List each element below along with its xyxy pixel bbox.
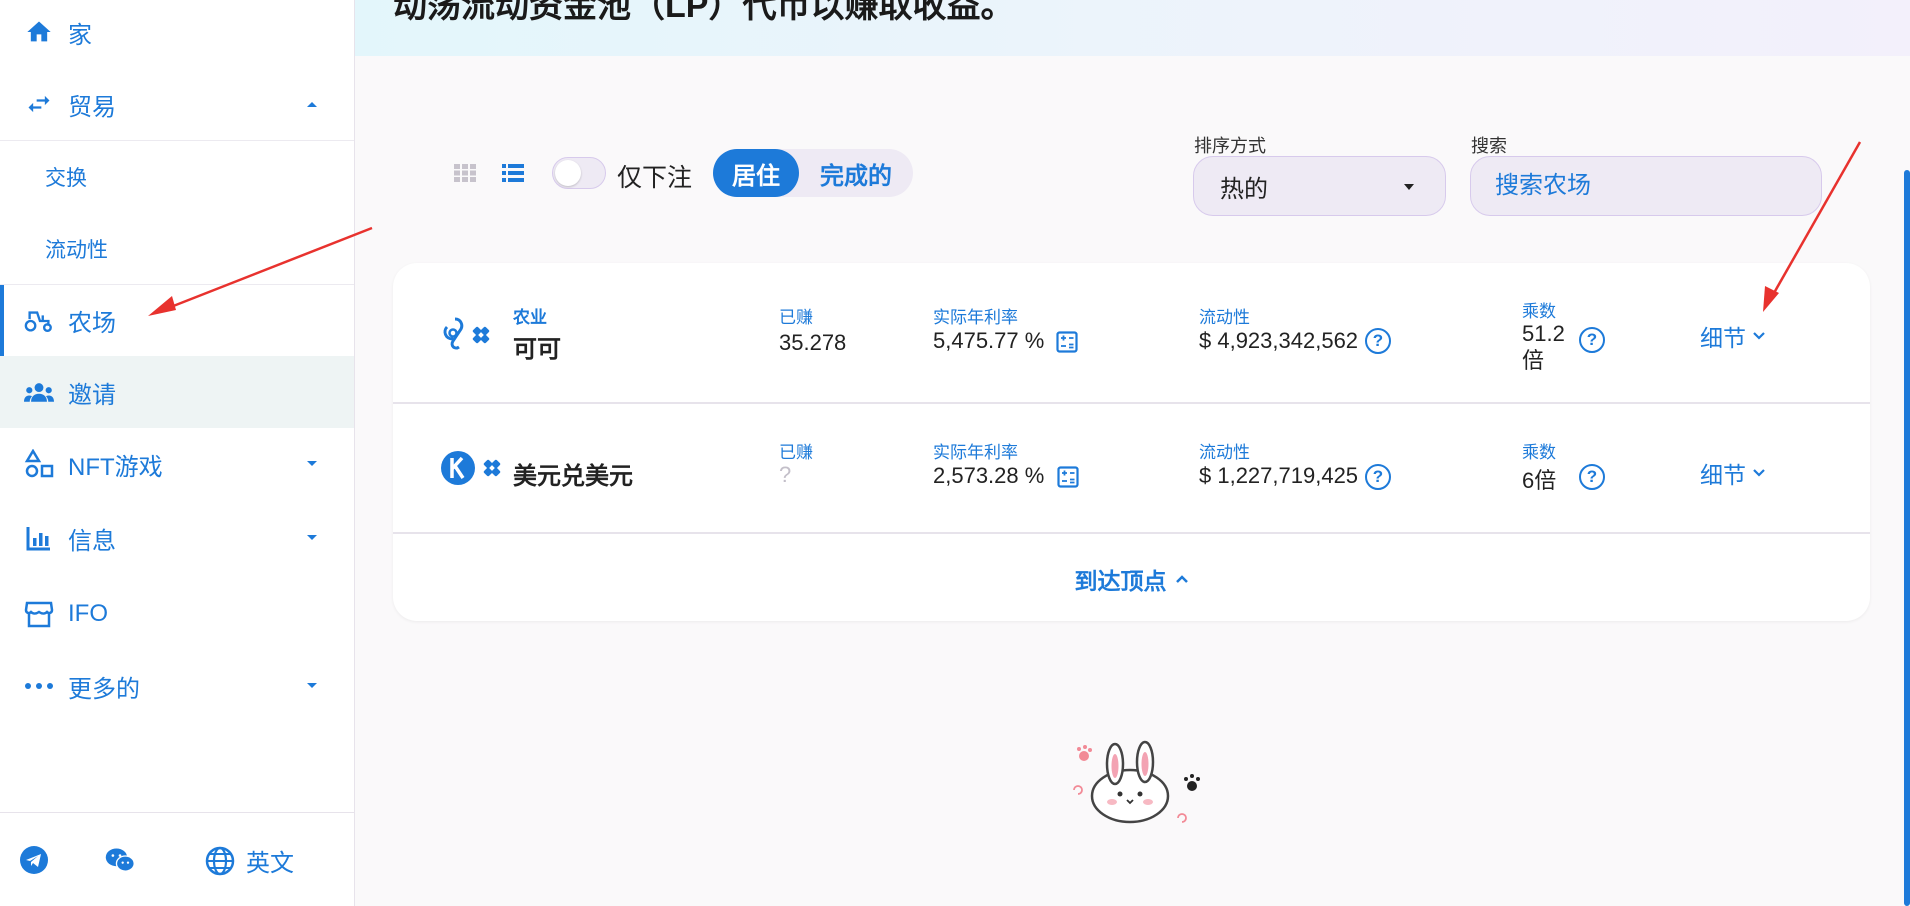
liquidity-value: $ 4,923,342,562 <box>1199 328 1359 353</box>
liquidity-value: $ 1,227,719,425 <box>1199 463 1359 488</box>
sidebar-item-label: 贸易 <box>68 93 116 121</box>
more-dots-icon <box>24 671 54 701</box>
sidebar-item-label: 农场 <box>68 310 116 337</box>
trade-submenu: 交换 流动性 <box>0 140 354 285</box>
farm-name: 美元兑美元 <box>513 463 633 490</box>
chevron-down-icon <box>307 535 317 540</box>
calculator-icon[interactable] <box>1056 331 1078 358</box>
telegram-icon[interactable] <box>18 844 50 876</box>
liquidity-label: 流动性 <box>1199 443 1250 462</box>
chevron-down-icon <box>1753 469 1765 477</box>
sidebar-item-nft-games[interactable]: NFT游戏 <box>0 428 354 500</box>
details-button[interactable]: 细节 <box>1700 319 1766 353</box>
sidebar-item-home[interactable]: 家 <box>0 0 354 68</box>
page-title: 动荡流动资金池（LP）代币以赚取收益。 <box>393 0 1015 25</box>
apr-label: 实际年利率 <box>933 308 1018 327</box>
details-button[interactable]: 细节 <box>1700 456 1766 490</box>
sidebar-item-label: 更多的 <box>68 675 140 703</box>
farm-tag: 农业 <box>513 308 547 327</box>
sidebar-subitem-label: 交换 <box>45 167 87 190</box>
swap-arrows-icon <box>24 89 54 119</box>
multiplier-value: 6倍 <box>1522 468 1557 493</box>
help-icon[interactable]: ? <box>1365 464 1391 490</box>
apr-value: 2,573.28 % <box>933 463 1045 488</box>
sidebar-item-ifo[interactable]: IFO <box>0 578 354 650</box>
calculator-icon[interactable] <box>1057 466 1079 493</box>
tab-finished[interactable]: 完成的 <box>799 149 913 197</box>
sidebar-item-label: NFT游戏 <box>68 453 163 481</box>
search-label: 搜索 <box>1471 136 1507 156</box>
earned-value: ? <box>779 462 792 487</box>
home-icon <box>24 17 54 47</box>
language-label: 英文 <box>246 850 294 877</box>
sidebar-subitem-label: 流动性 <box>45 239 108 262</box>
page-header: 动荡流动资金池（LP）代币以赚取收益。 <box>355 0 1910 56</box>
language-selector[interactable]: 英文 <box>204 843 294 878</box>
scrollbar[interactable] <box>1904 170 1910 906</box>
tab-live[interactable]: 居住 <box>713 149 799 197</box>
apr-label: 实际年利率 <box>933 443 1018 462</box>
staked-only-label: 仅下注 <box>617 164 693 192</box>
bar-chart-icon <box>24 523 54 553</box>
grid-view-icon[interactable] <box>452 160 478 186</box>
help-icon[interactable]: ? <box>1579 327 1605 353</box>
sidebar-footer: 英文 <box>0 812 354 906</box>
bunny-illustration <box>1060 738 1210 833</box>
to-top-label: 到达顶点 <box>1074 567 1167 594</box>
sidebar-item-label: IFO <box>68 600 108 627</box>
sidebar-item-label: 邀请 <box>68 381 116 409</box>
farms-table: 农业 可可 已赚 35.278 实际年利率 5,475.77 % 流动性 $ 4… <box>393 263 1870 621</box>
details-label: 细节 <box>1700 325 1746 351</box>
earned-label: 已赚 <box>779 443 813 462</box>
sidebar-subitem-swap[interactable]: 交换 <box>0 141 354 213</box>
sidebar-item-trade[interactable]: 贸易 <box>0 68 354 140</box>
scroll-to-top-button[interactable]: 到达顶点 <box>393 536 1870 621</box>
sidebar-item-label: 信息 <box>68 527 116 555</box>
table-row[interactable]: 美元兑美元 已赚 ? 实际年利率 2,573.28 % 流动性 $ 1,227,… <box>393 404 1870 534</box>
shapes-icon <box>24 449 54 479</box>
chevron-up-icon <box>1175 574 1188 583</box>
sort-label: 排序方式 <box>1194 136 1266 156</box>
table-row[interactable]: 农业 可可 已赚 35.278 实际年利率 5,475.77 % 流动性 $ 4… <box>393 263 1870 404</box>
sidebar-item-info[interactable]: 信息 <box>0 502 354 574</box>
chevron-down-icon <box>1753 332 1765 340</box>
users-icon <box>24 377 54 407</box>
earned-label: 已赚 <box>779 308 813 327</box>
sort-value: 热的 <box>1220 175 1268 203</box>
apr-value: 5,475.77 % <box>933 328 1045 353</box>
earned-value: 35.278 <box>779 330 847 355</box>
help-icon[interactable]: ? <box>1365 328 1391 354</box>
wechat-icon[interactable] <box>104 844 136 876</box>
sidebar-item-label: 家 <box>68 21 92 49</box>
list-view-icon[interactable] <box>500 160 526 186</box>
details-label: 细节 <box>1700 462 1746 488</box>
liquidity-label: 流动性 <box>1199 308 1250 327</box>
globe-icon <box>204 845 236 877</box>
multiplier-unit: 倍 <box>1522 348 1545 373</box>
sidebar: 家 贸易 交换 流动性 农场 邀请 NFT游戏 信息 IFO 更多的 英文 <box>0 0 355 906</box>
chevron-up-icon <box>307 102 317 107</box>
chevron-down-icon <box>307 461 317 466</box>
help-icon[interactable]: ? <box>1579 464 1605 490</box>
farm-name: 可可 <box>513 336 561 363</box>
sort-select[interactable]: 热的 <box>1193 156 1446 216</box>
live-finished-tabs: 居住 完成的 <box>713 149 913 197</box>
sidebar-subitem-liquidity[interactable]: 流动性 <box>0 213 354 285</box>
staked-only-toggle[interactable] <box>552 157 606 189</box>
multiplier-label: 乘数 <box>1522 443 1556 462</box>
sidebar-item-invite[interactable]: 邀请 <box>0 356 354 428</box>
token-pair-icon <box>440 450 510 491</box>
token-pair-icon <box>441 315 499 356</box>
sidebar-item-more[interactable]: 更多的 <box>0 650 354 722</box>
toggle-knob <box>555 160 581 186</box>
search-input[interactable] <box>1470 156 1822 216</box>
storefront-icon <box>24 599 54 629</box>
sidebar-item-farms[interactable]: 农场 <box>0 284 354 357</box>
active-indicator <box>0 285 4 357</box>
chevron-down-icon <box>307 683 317 688</box>
chevron-down-icon <box>1404 184 1414 190</box>
tractor-icon <box>24 306 54 336</box>
multiplier-label: 乘数 <box>1522 302 1556 321</box>
